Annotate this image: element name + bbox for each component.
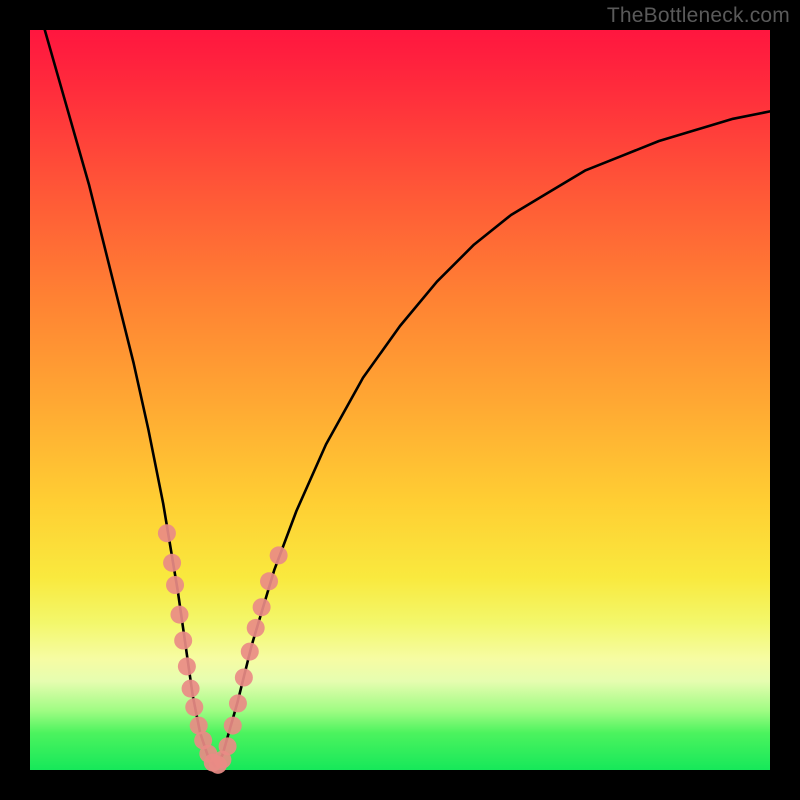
data-point [163,554,181,572]
data-point [174,632,192,650]
bottleneck-curve [45,30,770,766]
data-point [241,643,259,661]
data-point [158,524,176,542]
marker-layer [158,524,288,774]
curve-layer [45,30,770,766]
data-point [170,606,188,624]
plot-area [30,30,770,770]
data-point [247,619,265,637]
data-point [229,694,247,712]
data-point [270,546,288,564]
data-point [166,576,184,594]
data-point [182,680,200,698]
data-point [235,669,253,687]
data-point [178,657,196,675]
data-point [185,698,203,716]
data-point [224,717,242,735]
chart-svg [30,30,770,770]
watermark-label: TheBottleneck.com [607,4,790,28]
data-point [253,598,271,616]
data-point [260,572,278,590]
data-point [219,737,237,755]
chart-stage: TheBottleneck.com [0,0,800,800]
